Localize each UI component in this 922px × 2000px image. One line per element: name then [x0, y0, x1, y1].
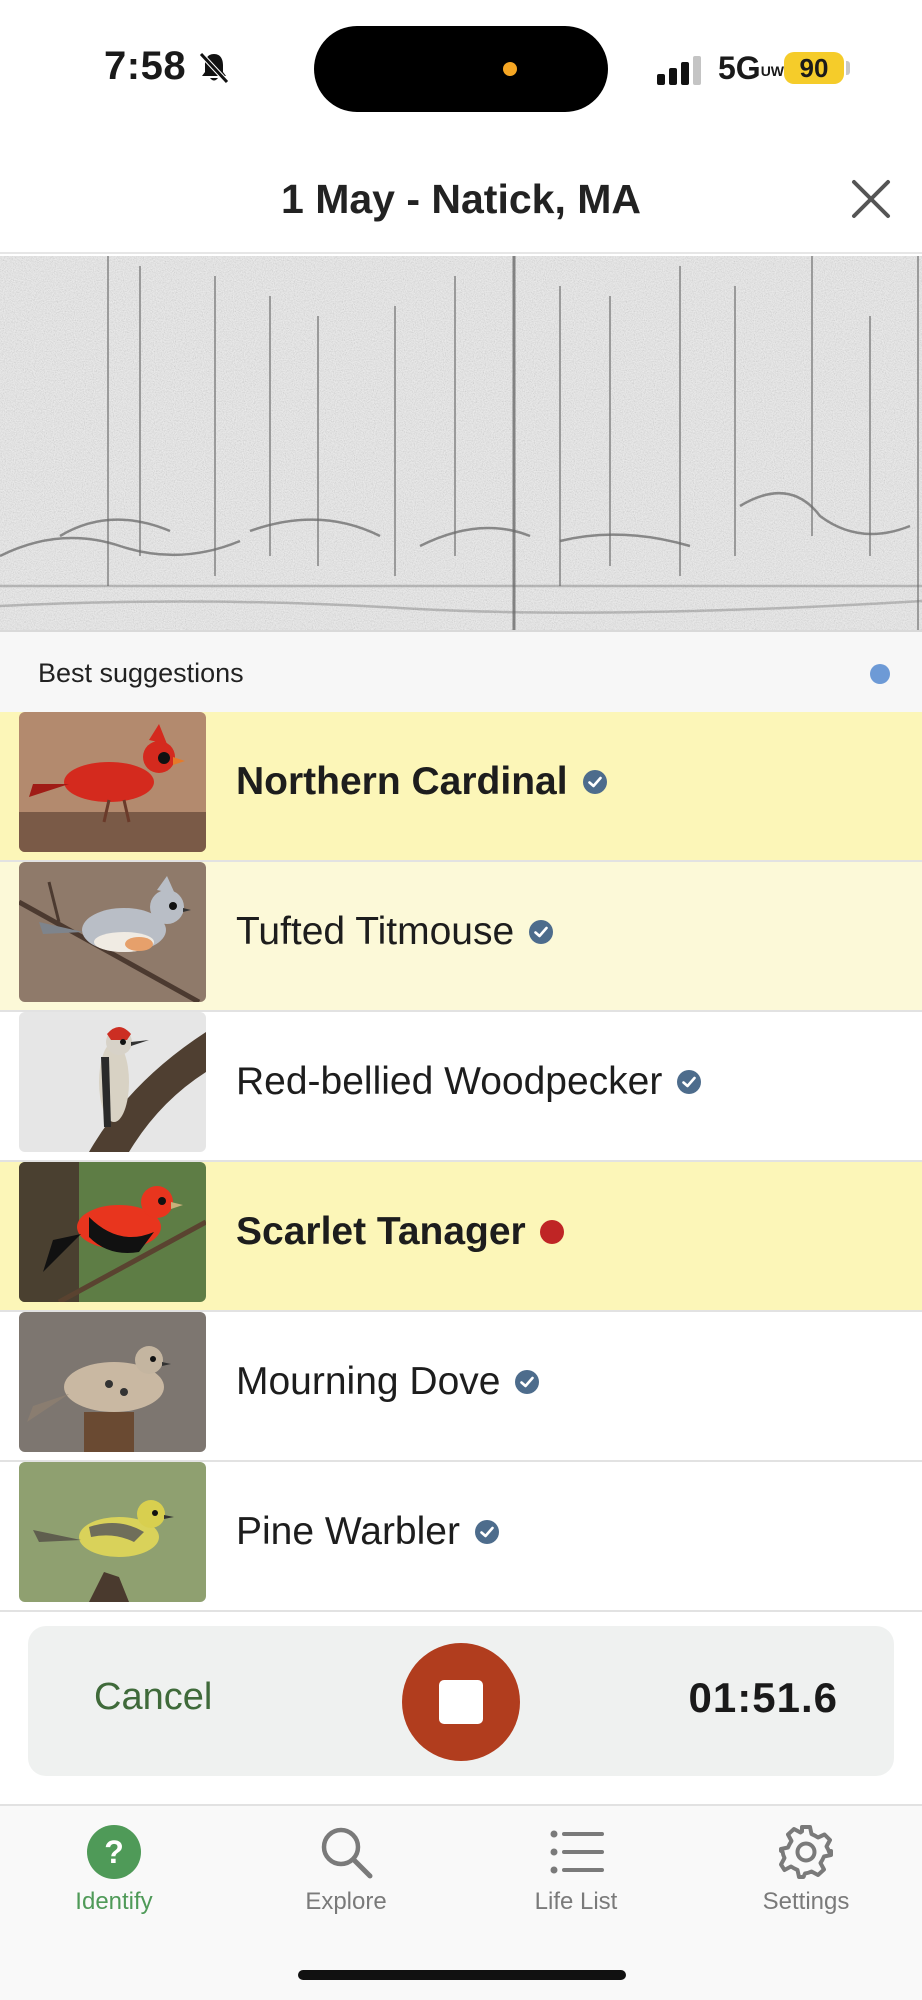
- species-name: Scarlet Tanager: [236, 1210, 564, 1254]
- species-name: Mourning Dove: [236, 1360, 540, 1404]
- stop-recording-button[interactable]: [402, 1643, 520, 1761]
- spectrogram[interactable]: [0, 256, 922, 630]
- battery-icon: 90: [784, 52, 844, 84]
- privacy-indicator: [503, 62, 517, 76]
- network-type: 5GUW: [718, 50, 785, 86]
- list-item[interactable]: Scarlet Tanager: [0, 1162, 922, 1312]
- home-indicator[interactable]: [298, 1970, 626, 1980]
- battery-tip: [846, 61, 850, 75]
- list-icon: [550, 1830, 604, 1874]
- tab-explore[interactable]: Explore: [256, 1824, 436, 1934]
- question-circle-icon: ?: [87, 1825, 141, 1879]
- list-item[interactable]: Mourning Dove: [0, 1312, 922, 1462]
- close-icon[interactable]: [848, 176, 894, 222]
- suggestions-title: Best suggestions: [38, 658, 244, 688]
- list-item[interactable]: Northern Cardinal: [0, 712, 922, 862]
- species-name: Pine Warbler: [236, 1510, 500, 1554]
- verified-badge-icon: [474, 1520, 499, 1544]
- tab-label: Identify: [75, 1888, 153, 1915]
- tab-identify[interactable]: ? Identify: [24, 1824, 204, 1934]
- verified-badge-icon: [529, 920, 554, 944]
- svg-text:?: ?: [104, 1834, 124, 1870]
- spectrogram-graphic: [0, 256, 922, 630]
- signal-bars-icon: [657, 56, 701, 85]
- page-title: 1 May - Natick, MA: [281, 176, 641, 222]
- gear-icon: [779, 1825, 833, 1879]
- status-indicator-dot: [870, 664, 890, 684]
- recording-header: 1 May - Natick, MA: [0, 140, 922, 254]
- verified-badge-icon: [515, 1370, 540, 1394]
- search-icon: [321, 1827, 373, 1879]
- stop-icon: [439, 1680, 483, 1724]
- list-item[interactable]: Red-bellied Woodpecker: [0, 1012, 922, 1162]
- suggestions-header: Best suggestions: [0, 630, 922, 712]
- tab-label: Life List: [534, 1888, 618, 1915]
- pine-warbler-photo: [19, 1462, 206, 1602]
- tufted-titmouse-photo: [19, 862, 206, 1002]
- status-bar: 7:58 5GUW 90: [0, 0, 922, 140]
- network-sup: UW: [760, 62, 785, 79]
- red-bellied-woodpecker-photo: [19, 1012, 206, 1152]
- suggestions-list: Northern Cardinal Tufted Titmouse Red-be…: [0, 712, 922, 1612]
- cancel-button[interactable]: Cancel: [94, 1676, 212, 1719]
- species-name: Northern Cardinal: [236, 760, 608, 804]
- tab-label: Explore: [305, 1888, 387, 1915]
- list-item[interactable]: Pine Warbler: [0, 1462, 922, 1612]
- dynamic-island: [314, 26, 608, 112]
- scarlet-tanager-photo: [19, 1162, 206, 1302]
- verified-badge-icon: [677, 1070, 702, 1094]
- northern-cardinal-photo: [19, 712, 206, 852]
- mourning-dove-photo: [19, 1312, 206, 1452]
- list-item[interactable]: Tufted Titmouse: [0, 862, 922, 1012]
- tab-life-list[interactable]: Life List: [486, 1824, 666, 1934]
- tab-settings[interactable]: Settings: [716, 1824, 896, 1934]
- bell-slash-icon: [199, 52, 229, 84]
- species-name: Red-bellied Woodpecker: [236, 1060, 702, 1104]
- species-name: Tufted Titmouse: [236, 910, 554, 954]
- new-species-dot: [539, 1220, 564, 1244]
- status-time: 7:58: [104, 44, 187, 88]
- tab-label: Settings: [762, 1888, 850, 1915]
- verified-badge-icon: [582, 770, 607, 794]
- recording-controls: Cancel 01:51.6: [28, 1626, 894, 1776]
- recording-timer: 01:51.6: [688, 1674, 838, 1721]
